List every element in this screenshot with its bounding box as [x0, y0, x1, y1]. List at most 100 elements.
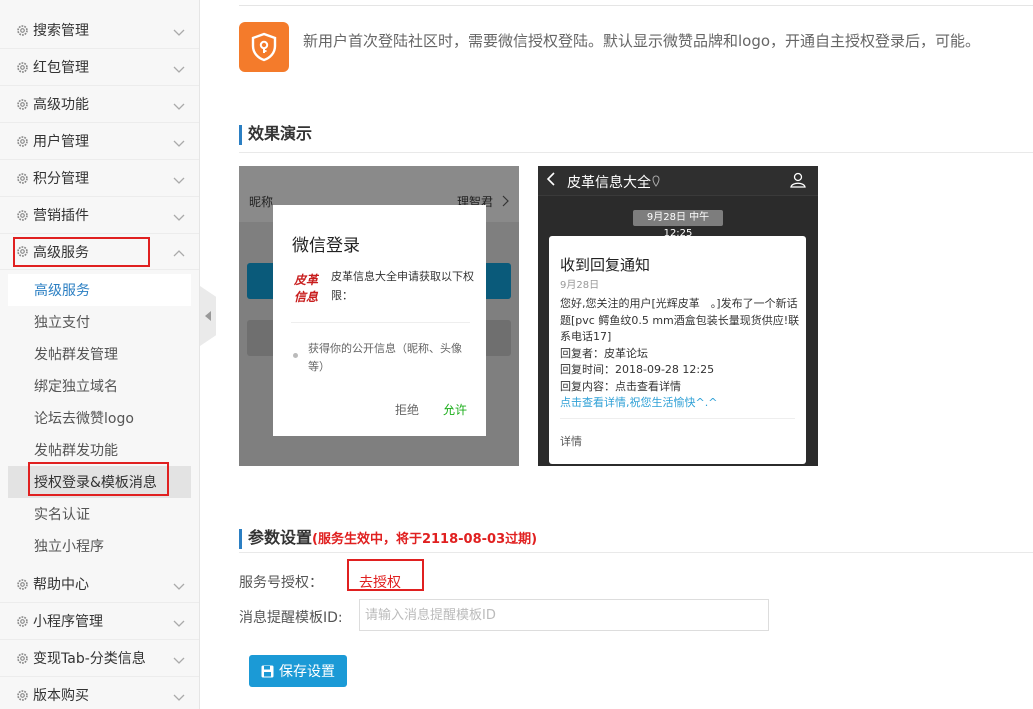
highlight-box-advanced-service	[13, 237, 150, 267]
intro-description: 新用户首次登陆社区时，需要微信授权登陆。默认显示微赞品牌和logo，开通自主授权…	[303, 32, 981, 50]
chevron-down-icon	[173, 62, 185, 73]
permission-item: 获得你的公开信息（昵称、头像等）	[308, 342, 462, 373]
save-settings-button[interactable]: 保存设置	[249, 655, 347, 687]
permission-request-text: 皮革信息大全申请获取以下权限：	[331, 270, 474, 302]
sidebar-group[interactable]: 高级功能	[0, 86, 199, 123]
card-link[interactable]: 点击查看详情,祝您生活愉快^.^	[560, 395, 800, 412]
sidebar-group-label: 用户管理	[33, 134, 89, 150]
card-line: 回复时间：2018-09-28 12:25	[560, 363, 715, 376]
user-icon[interactable]	[790, 172, 806, 188]
sidebar-collapse-handle[interactable]	[200, 286, 216, 346]
chevron-up-icon	[173, 247, 185, 257]
sidebar-groups-bottom: 帮助中心小程序管理变现Tab-分类信息 版本购买	[0, 562, 199, 709]
sidebar-group-label: 帮助中心	[33, 577, 89, 593]
back-arrow-icon[interactable]	[546, 172, 556, 186]
demo-section-title: 效果演示	[239, 125, 312, 145]
sidebar-group[interactable]: 帮助中心	[0, 566, 199, 603]
sidebar-group-label: 积分管理	[33, 171, 89, 187]
wechat-login-dialog: 微信登录 皮革信息 皮革信息大全申请获取以下权限： 获得你的公开信息（昵称、头像…	[273, 205, 486, 436]
sidebar-groups-top: 搜索管理红包管理高级功能用户管理积分管理营销插件	[0, 0, 199, 234]
location-pin-icon	[652, 175, 660, 187]
sidebar-group-label: 搜索管理	[33, 23, 89, 39]
sidebar-group[interactable]: 搜索管理	[0, 12, 199, 49]
gear-icon	[16, 172, 29, 185]
chevron-down-icon	[173, 136, 185, 147]
sidebar-sub-item[interactable]: 实名认证	[8, 498, 191, 530]
details-link[interactable]: 详情	[560, 433, 582, 449]
message-timestamp: 9月28日 中午12:25	[633, 210, 723, 239]
sidebar-sub-item[interactable]: 高级服务	[8, 274, 191, 306]
gear-icon	[16, 24, 29, 37]
floppy-disk-icon	[261, 665, 274, 677]
divider	[560, 418, 795, 419]
brand-logo: 皮革 信息	[293, 267, 320, 307]
params-title-text: 参数设置	[248, 528, 313, 547]
divider	[239, 552, 1033, 553]
gear-icon	[16, 135, 29, 148]
chevron-down-icon	[173, 616, 185, 627]
divider	[239, 152, 1033, 153]
highlight-box-authorize	[347, 559, 424, 591]
chat-title: 皮革信息大全	[567, 175, 651, 191]
card-date: 9月28日	[560, 280, 600, 291]
sidebar-sub-item[interactable]: 绑定独立域名	[8, 370, 191, 402]
sidebar: 搜索管理红包管理高级功能用户管理积分管理营销插件 高级服务 高级服务 独立支付 发帖…	[0, 0, 200, 709]
card-line: 您好,您关注的用户[光辉皮革 。]发布了一个新话题[pvc 鳄鱼纹0.5 mm酒…	[560, 297, 800, 343]
sidebar-group[interactable]: 营销插件	[0, 197, 199, 234]
save-button-label: 保存设置	[279, 664, 335, 680]
sidebar-group[interactable]: 红包管理	[0, 49, 199, 86]
nickname-label: 昵称	[249, 195, 274, 209]
gear-icon	[16, 652, 29, 665]
chevron-right-icon	[502, 195, 509, 207]
card-line: 回复内容：点击查看详情	[560, 379, 681, 393]
sidebar-group-label: 变现Tab-分类信息	[33, 651, 146, 667]
chevron-down-icon	[173, 690, 185, 701]
template-id-input[interactable]	[359, 599, 769, 631]
demo-screenshot-template-message: 皮革信息大全 9月28日 中午12:25 收到回复通知 9月28日 您好,您关注…	[538, 166, 818, 466]
sidebar-group[interactable]: 变现Tab-分类信息	[0, 640, 199, 677]
params-section-title: 参数设置(服务生效中，将于2118-08-03过期)	[239, 529, 537, 549]
chevron-down-icon	[173, 210, 185, 221]
svg-text:皮革: 皮革	[293, 273, 319, 287]
card-title: 收到回复通知	[560, 256, 651, 274]
chevron-down-icon	[173, 653, 185, 664]
sidebar-group[interactable]: 用户管理	[0, 123, 199, 160]
deny-button[interactable]: 拒绝	[395, 401, 419, 418]
template-id-label: 消息提醒模板ID:	[239, 610, 343, 626]
template-message-card: 收到回复通知 9月28日 您好,您关注的用户[光辉皮革 。]发布了一个新话题[p…	[549, 236, 806, 464]
divider	[239, 5, 1033, 6]
gear-icon	[16, 578, 29, 591]
gear-icon	[16, 61, 29, 74]
highlight-box-auth-login	[28, 462, 169, 496]
sidebar-group[interactable]: 小程序管理	[0, 603, 199, 640]
demo-screenshot-wechat-login: 昵称 理智君 微信登录 皮革 信息 皮革信息大全申请获取以下权限： 获得你的公开信…	[239, 166, 519, 466]
svg-text:信息: 信息	[294, 290, 319, 304]
sidebar-sub-item[interactable]: 论坛去微赞logo	[8, 402, 191, 434]
divider	[291, 322, 470, 323]
sidebar-group-label: 营销插件	[33, 208, 89, 224]
main-content: 新用户首次登陆社区时，需要微信授权登陆。默认显示微赞品牌和logo，开通自主授权…	[239, 0, 1033, 709]
sidebar-sub-item[interactable]: 独立小程序	[8, 530, 191, 562]
chevron-down-icon	[173, 579, 185, 590]
card-line: 回复者：皮革论坛	[560, 346, 648, 360]
shield-key-icon	[239, 22, 289, 72]
chevron-left-icon	[205, 311, 211, 321]
chevron-down-icon	[173, 99, 185, 110]
sidebar-group-label: 小程序管理	[33, 614, 103, 630]
sidebar-sub-items: 高级服务 独立支付 发帖群发管理 绑定独立域名 论坛去微赞logo 发帖群发功能 授权登录&…	[0, 270, 199, 562]
sidebar-group-label: 高级功能	[33, 97, 89, 113]
gear-icon	[16, 689, 29, 702]
card-body: 您好,您关注的用户[光辉皮革 。]发布了一个新话题[pvc 鳄鱼纹0.5 mm酒…	[560, 296, 800, 412]
gear-icon	[16, 615, 29, 628]
sidebar-group[interactable]: 积分管理	[0, 160, 199, 197]
dialog-title: 微信登录	[292, 236, 360, 256]
sidebar-group[interactable]: 版本购买	[0, 677, 199, 709]
chevron-down-icon	[173, 25, 185, 36]
sidebar-group-label: 版本购买	[33, 688, 89, 704]
gear-icon	[16, 209, 29, 222]
allow-button[interactable]: 允许	[443, 401, 467, 418]
service-auth-label: 服务号授权：	[239, 575, 323, 591]
bullet-dot	[293, 353, 298, 358]
sidebar-sub-item[interactable]: 发帖群发管理	[8, 338, 191, 370]
sidebar-sub-item[interactable]: 独立支付	[8, 306, 191, 338]
